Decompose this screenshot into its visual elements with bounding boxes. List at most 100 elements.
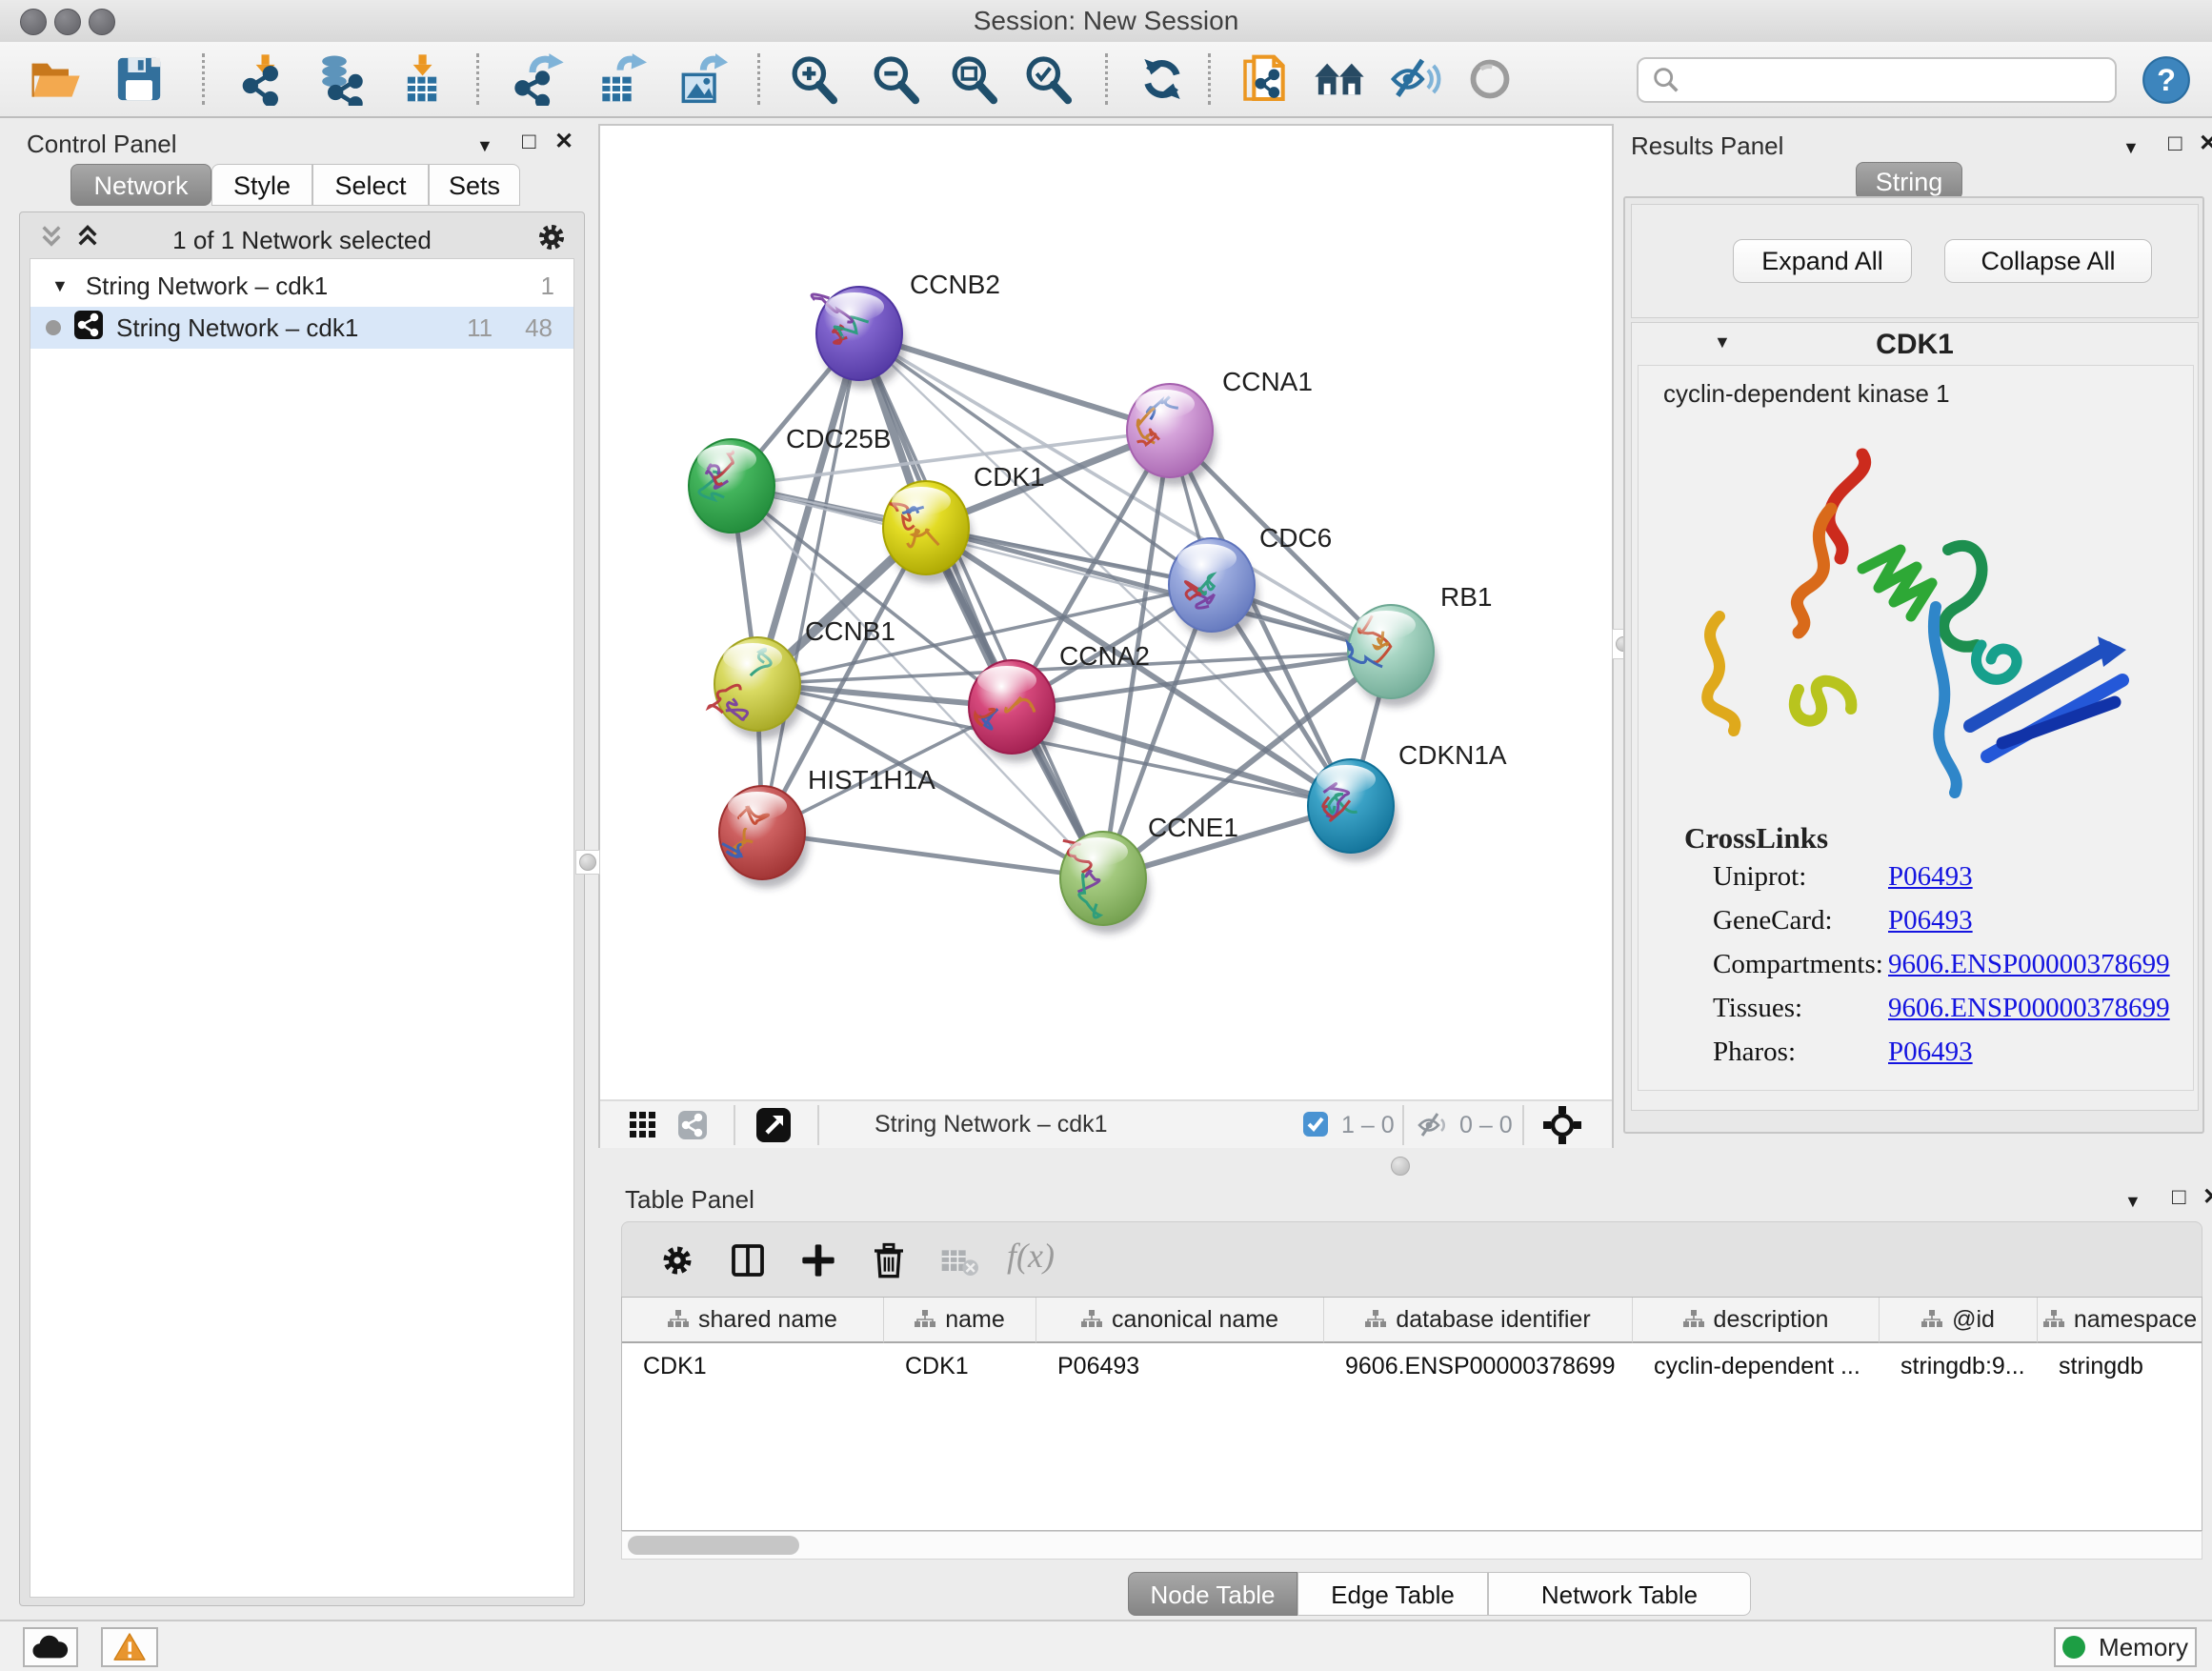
network-view-title: String Network – cdk1 <box>875 1111 1108 1138</box>
table-cell[interactable]: stringdb <box>2038 1345 2202 1387</box>
panel-float-button[interactable]: □ <box>522 130 536 154</box>
table-options-gear-icon[interactable] <box>658 1241 696 1284</box>
panel-close-button[interactable]: ✕ <box>2199 131 2212 156</box>
tab-network[interactable]: Network <box>70 164 211 206</box>
import-network-file-icon[interactable] <box>238 52 292 106</box>
table-panel-title: Table Panel <box>625 1185 754 1215</box>
left-splitter-handle[interactable] <box>575 850 600 875</box>
network-node-CCNE1: CCNE1 <box>1060 813 1238 934</box>
table-panel: Table Panel ▼ □ ✕ f(x) shared nameCDK1na… <box>606 1181 2212 1621</box>
crosslink-link[interactable]: P06493 <box>1888 1037 1973 1068</box>
tab-edge-table[interactable]: Edge Table <box>1297 1572 1488 1616</box>
scrollbar-thumb[interactable] <box>628 1536 799 1555</box>
tab-sets[interactable]: Sets <box>429 164 520 206</box>
network-row[interactable]: String Network – cdk1 11 48 <box>30 307 573 349</box>
table-cell[interactable]: cyclin-dependent ... <box>1633 1345 1880 1387</box>
table-cell[interactable]: P06493 <box>1036 1345 1324 1387</box>
save-session-icon[interactable] <box>112 52 166 106</box>
tab-network-table[interactable]: Network Table <box>1488 1572 1751 1616</box>
show-columns-icon[interactable] <box>729 1241 767 1284</box>
panel-float-button[interactable]: □ <box>2172 1185 2186 1210</box>
control-panel: Control Panel ▼ □ ✕ Network Style Select… <box>11 124 591 1610</box>
memory-button[interactable]: Memory <box>2054 1627 2197 1667</box>
network-node-CDKN1A: CDKN1A <box>1308 740 1507 861</box>
export-table-icon[interactable] <box>593 52 647 106</box>
tab-style[interactable]: Style <box>211 164 312 206</box>
network-label: String Network – cdk1 <box>116 313 358 343</box>
status-bar: Memory <box>0 1620 2212 1671</box>
search-input[interactable] <box>1688 62 2115 98</box>
network-edge <box>859 333 1170 431</box>
add-column-icon[interactable] <box>799 1241 837 1284</box>
column-header-sharedname[interactable]: shared name <box>622 1298 884 1343</box>
tab-select[interactable]: Select <box>312 164 429 206</box>
panel-collapse-button[interactable]: ▼ <box>2124 1189 2142 1214</box>
export-network-icon[interactable] <box>513 52 566 106</box>
column-type-icon <box>1081 1310 1102 1329</box>
export-image-icon[interactable] <box>674 52 728 106</box>
column-header-description[interactable]: description <box>1633 1298 1880 1343</box>
crosslink-link[interactable]: 9606.ENSP00000378699 <box>1888 949 2170 980</box>
column-header-canonicalname[interactable]: canonical name <box>1036 1298 1324 1343</box>
delete-column-trash-icon[interactable] <box>870 1241 908 1284</box>
refresh-icon[interactable] <box>1136 52 1189 106</box>
selected-checkbox[interactable] <box>1303 1112 1328 1137</box>
table-cell[interactable]: 9606.ENSP00000378699 <box>1324 1345 1633 1387</box>
crosslink-link[interactable]: P06493 <box>1888 905 1973 936</box>
collection-count: 1 <box>541 272 554 301</box>
collapse-all-button[interactable]: Collapse All <box>1944 239 2152 283</box>
column-header-label: database identifier <box>1396 1306 1590 1334</box>
tab-string[interactable]: String <box>1856 162 1962 200</box>
node-table[interactable]: shared nameCDK1nameCDK1canonical nameP06… <box>621 1297 2202 1531</box>
table-cell[interactable]: stringdb:9... <box>1880 1345 2038 1387</box>
network-view-share-icon[interactable] <box>678 1111 707 1144</box>
column-header-id[interactable]: @id <box>1880 1298 2038 1343</box>
column-header-name[interactable]: name <box>884 1298 1036 1343</box>
table-horizontal-scrollbar[interactable] <box>621 1531 2202 1560</box>
crosslink-link[interactable]: 9606.ENSP00000378699 <box>1888 993 2170 1024</box>
crosslink-link[interactable]: P06493 <box>1888 861 1973 893</box>
open-session-icon[interactable] <box>29 52 82 106</box>
help-icon[interactable]: ? <box>2142 55 2191 105</box>
network-canvas[interactable]: CCNB2CCNA1CDC25BCDK1CDC6RB1CCNB1CCNA2CDK… <box>600 126 1612 1097</box>
fit-content-crosshair-icon[interactable] <box>1543 1106 1581 1149</box>
protein-section: ▼ CDK1 cyclin-dependent kinase 1 <box>1631 322 2199 1111</box>
expand-all-button[interactable]: Expand All <box>1733 239 1912 283</box>
network-options-gear-icon[interactable] <box>534 220 569 259</box>
search-field <box>1637 57 2117 103</box>
table-cell[interactable]: CDK1 <box>622 1345 884 1387</box>
network-node-CCNA1: CCNA1 <box>1127 367 1313 486</box>
network-collection-row[interactable]: ▼ String Network – cdk1 1 <box>30 265 573 307</box>
import-network-database-icon[interactable] <box>314 52 368 106</box>
network-node-CDC25B: CDC25B <box>689 424 891 541</box>
zoom-out-icon[interactable] <box>869 52 922 106</box>
table-cell[interactable]: CDK1 <box>884 1345 1036 1387</box>
zoom-fit-icon[interactable] <box>947 52 1000 106</box>
share-document-icon[interactable] <box>1238 52 1292 106</box>
panel-collapse-button[interactable]: ▼ <box>2122 135 2140 160</box>
hide-panels-eye-icon[interactable] <box>1389 52 1442 106</box>
homes-icon[interactable] <box>1313 52 1366 106</box>
zoom-in-icon[interactable] <box>787 52 840 106</box>
collection-expander-icon[interactable]: ▼ <box>51 276 69 296</box>
import-table-icon[interactable] <box>395 52 449 106</box>
network-edge <box>762 333 859 833</box>
cloud-services-button[interactable] <box>23 1627 78 1667</box>
panel-float-button[interactable]: □ <box>2168 131 2182 156</box>
horizontal-splitter-grip[interactable] <box>1391 1157 1410 1176</box>
grid-view-icon[interactable] <box>629 1111 657 1144</box>
crosslink-label: Tissues: <box>1713 993 1802 1024</box>
column-header-databaseidentifier[interactable]: database identifier <box>1324 1298 1633 1343</box>
warnings-button[interactable] <box>101 1627 158 1667</box>
network-tree-list: ▼ String Network – cdk1 1 String Network… <box>30 258 574 1598</box>
birdseye-view-icon[interactable] <box>756 1108 791 1147</box>
column-header-namespace[interactable]: namespace <box>2038 1298 2202 1343</box>
tab-node-table[interactable]: Node Table <box>1128 1572 1297 1616</box>
toolbar-divider <box>1402 1105 1404 1145</box>
crosslink-label: Uniprot: <box>1713 861 1806 893</box>
panel-close-button[interactable]: ✕ <box>2202 1185 2212 1210</box>
panel-close-button[interactable]: ✕ <box>554 130 573 154</box>
zoom-selected-icon[interactable] <box>1021 52 1075 106</box>
panel-collapse-button[interactable]: ▼ <box>476 133 493 158</box>
function-builder-icon: f(x) <box>1007 1236 1055 1276</box>
